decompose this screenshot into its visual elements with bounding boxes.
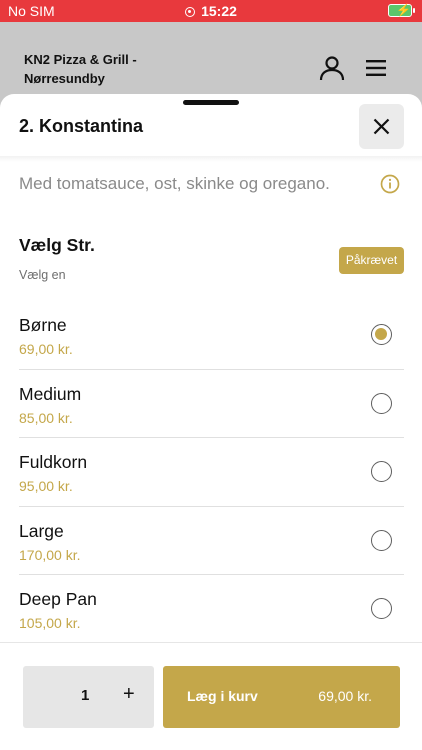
add-to-cart-label: Læg i kurv <box>187 688 258 704</box>
increment-button[interactable]: + <box>123 683 135 706</box>
status-bar: No SIM 15:22 ⚡ <box>0 0 422 22</box>
add-to-cart-button[interactable]: Læg i kurv 69,00 kr. <box>163 666 400 728</box>
option-price: 69,00 kr. <box>19 341 73 357</box>
option-price: 95,00 kr. <box>19 478 73 494</box>
radio-button[interactable] <box>371 598 392 619</box>
time-label: 15:22 <box>201 3 237 19</box>
option-name: Deep Pan <box>19 589 97 609</box>
close-button[interactable] <box>359 104 404 149</box>
option-group-subtitle: Vælg en <box>19 268 66 282</box>
product-description: Med tomatsauce, ost, skinke og oregano. <box>19 174 330 193</box>
option-row[interactable]: Fuldkorn 95,00 kr. <box>19 438 404 507</box>
sheet-grabber[interactable] <box>183 100 239 105</box>
option-name: Fuldkorn <box>19 452 88 472</box>
cart-total: 69,00 kr. <box>318 688 372 704</box>
option-row[interactable]: Large 170,00 kr. <box>19 507 404 575</box>
radio-button[interactable] <box>371 529 392 551</box>
bottom-bar: 1 + Læg i kurv 69,00 kr. <box>0 642 422 750</box>
record-icon <box>185 7 196 17</box>
radio-button[interactable] <box>371 324 392 345</box>
option-row[interactable]: Deep Pan 105,00 kr. <box>19 575 404 644</box>
close-icon <box>373 118 390 135</box>
divider <box>0 156 422 162</box>
option-name: Børne <box>19 315 67 335</box>
quantity-stepper: 1 + <box>23 666 154 728</box>
product-title: 2. Konstantina <box>19 116 144 136</box>
size-options: Børne 69,00 kr. Medium 85,00 kr. Fuldkor… <box>19 301 404 644</box>
option-price: 170,00 kr. <box>19 546 81 563</box>
option-row[interactable]: Medium 85,00 kr. <box>19 370 404 438</box>
required-badge: Påkrævet <box>339 247 404 274</box>
option-name: Medium <box>19 383 82 404</box>
battery-icon: ⚡ <box>388 3 415 17</box>
menu-icon[interactable] <box>364 58 388 78</box>
radio-button[interactable] <box>371 461 392 482</box>
radio-button[interactable] <box>371 392 392 414</box>
quantity-value: 1 <box>81 687 90 704</box>
restaurant-name: KN2 Pizza & Grill - Nørresundby <box>24 52 137 86</box>
option-group-title: Vælg Str. <box>19 235 95 255</box>
option-price: 105,00 kr. <box>19 615 81 631</box>
user-icon[interactable] <box>318 54 346 82</box>
option-name: Large <box>19 520 64 541</box>
option-price: 85,00 kr. <box>19 409 73 426</box>
info-icon[interactable] <box>380 174 400 194</box>
option-row[interactable]: Børne 69,00 kr. <box>19 301 404 370</box>
status-time: 15:22 <box>0 3 422 19</box>
